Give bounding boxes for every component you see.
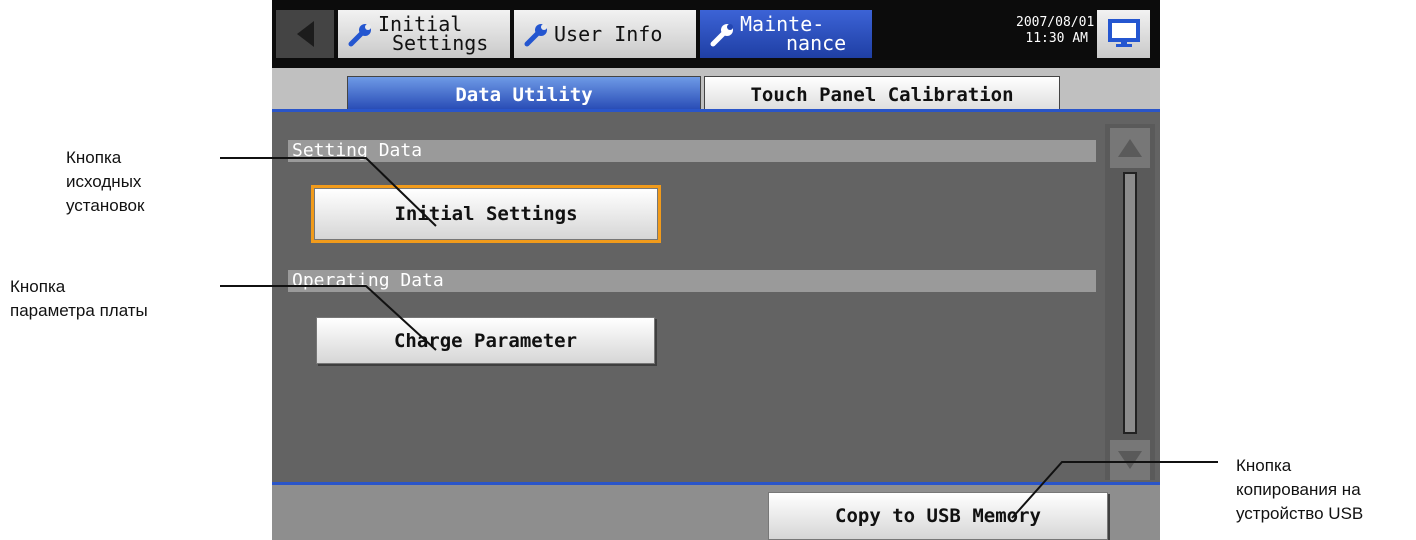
top-menu-bar: Initial Settings User Info Mainte- nance (272, 0, 1160, 68)
scroll-up-button[interactable] (1110, 128, 1150, 168)
date-text: 2007/08/01 (1016, 15, 1095, 30)
callout-line: параметра платы (10, 301, 148, 320)
callout-initial-settings: Кнопка исходных установок (66, 146, 144, 218)
charge-parameter-button[interactable]: Charge Parameter (316, 317, 655, 364)
callout-line: установок (66, 196, 145, 215)
wrench-icon (348, 24, 371, 47)
callout-line: устройство USB (1236, 504, 1364, 523)
date-time-display: 2007/08/01 11:30 AM (1016, 15, 1095, 47)
tab-initial-settings[interactable]: Initial Settings (338, 10, 510, 58)
subtab-bar: Data Utility Touch Panel Calibration (272, 68, 1160, 112)
tab-label: Initial Settings (378, 14, 489, 55)
back-button[interactable] (276, 10, 334, 58)
copy-to-usb-button[interactable]: Copy to USB Memory (768, 492, 1108, 540)
callout-charge-parameter: Кнопка параметра платы (10, 275, 148, 323)
down-arrow-icon (1118, 451, 1142, 469)
section-setting-data: Setting Data (288, 140, 1096, 162)
up-arrow-icon (1118, 139, 1142, 157)
tab-maintenance[interactable]: Mainte- nance (700, 10, 872, 58)
tab-label-line: nance (786, 31, 847, 55)
callout-line: Кнопка (66, 148, 122, 167)
callout-line: исходных (66, 172, 142, 191)
callout-line: копирования на (1236, 480, 1361, 499)
tab-label: User Info (554, 21, 663, 46)
initial-settings-button[interactable]: Initial Settings (311, 185, 661, 243)
tab-label-line: Settings (392, 31, 489, 55)
monitor-button[interactable] (1097, 10, 1150, 58)
section-operating-data: Operating Data (288, 270, 1096, 292)
callout-copy-usb: Кнопка копирования на устройство USB (1236, 454, 1363, 526)
scroll-thumb[interactable] (1123, 172, 1137, 434)
scroll-down-button[interactable] (1110, 440, 1150, 480)
left-arrow-icon (296, 21, 314, 47)
touch-panel-screen: Initial Settings User Info Mainte- nance (272, 0, 1160, 540)
callout-line: Кнопка (10, 277, 66, 296)
wrench-icon (524, 24, 547, 47)
wrench-icon (710, 24, 733, 47)
divider (272, 109, 1160, 112)
monitor-icon (1107, 19, 1140, 47)
divider (272, 482, 1160, 485)
callout-line: Кнопка (1236, 456, 1292, 475)
tab-user-info[interactable]: User Info (514, 10, 696, 58)
time-text: 11:30 AM (1025, 31, 1088, 46)
tab-label: Mainte- nance (740, 14, 847, 55)
tab-touch-panel-calibration[interactable]: Touch Panel Calibration (704, 76, 1060, 112)
tab-data-utility[interactable]: Data Utility (347, 76, 701, 112)
